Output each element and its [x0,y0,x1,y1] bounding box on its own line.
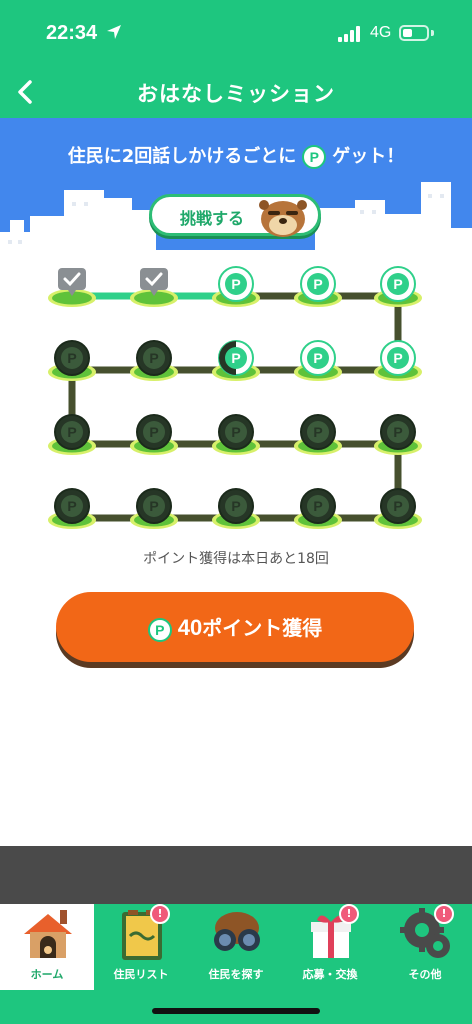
challenge-label: 挑戦する [180,209,245,228]
svg-text:P: P [393,276,402,292]
mission-map: P P P P P P P P P P P P P P P P P P [48,266,422,529]
point-coin-icon: P [147,617,172,642]
challenge-button[interactable]: 挑戦する [149,194,321,237]
mission-node-half: P [212,340,260,381]
tab-home[interactable]: ホーム [0,904,94,990]
tab-apply-exchange-label: 応募・交換 [302,968,358,981]
binoculars-icon [214,912,260,951]
svg-text:P: P [149,424,158,440]
mission-node-available: P [212,266,260,307]
mission-node-done [130,268,178,307]
status-time: 22:34 [46,22,98,44]
mission-node-locked: P [130,340,178,381]
get-points-button[interactable]: P 40ポイント獲得 [56,592,414,662]
mission-node-locked: P [130,414,178,455]
status-bar: 22:34 4G [0,0,472,66]
tab-other[interactable]: ! その他 [378,904,472,990]
mission-node-locked: P [374,488,422,529]
point-coin-icon: P [302,145,327,169]
svg-text:P: P [393,498,402,514]
mission-node-available: P [374,340,422,381]
svg-text:P: P [231,350,240,366]
mission-node-locked: P [48,340,96,381]
tab-find-resident[interactable]: 住民を探す [189,904,283,990]
svg-text:P: P [313,276,322,292]
page-title: おはなしミッション [137,82,335,106]
mission-node-locked: P [212,414,260,455]
otter-icon [259,200,307,237]
notification-badge: ! [434,904,454,924]
mission-node-locked: P [374,414,422,455]
svg-text:P: P [67,424,76,440]
tab-find-resident-label: 住民を探す [208,968,264,981]
ad-area [0,846,472,904]
svg-text:P: P [393,424,402,440]
svg-text:P: P [313,350,322,366]
tab-apply-exchange[interactable]: ! 応募・交換 [283,904,377,990]
points-remaining-text: ポイント獲得は本日あと18回 [143,551,329,567]
location-arrow-icon [107,25,121,39]
network-label: 4G [370,24,392,41]
mission-node-locked: P [294,488,342,529]
svg-text:P: P [149,350,158,366]
mission-node-locked: P [48,414,96,455]
get-points-number: 40 [177,615,203,640]
banner-suffix: ゲット！ [332,146,405,167]
tab-other-label: その他 [408,968,442,981]
svg-text:P: P [393,350,402,366]
svg-text:P: P [231,276,240,292]
svg-text:P: P [67,350,76,366]
signal-icon [338,26,364,42]
svg-text:P: P [149,498,158,514]
mission-node-done [48,268,96,307]
svg-text:P: P [231,498,240,514]
mission-banner: 住民に2回話しかけるごとに P ゲット！ [0,142,472,169]
mission-node-locked: P [48,488,96,529]
home-indicator [152,1008,320,1014]
battery-icon [399,25,429,41]
svg-text:P: P [67,498,76,514]
tab-resident-list-label: 住民リスト [113,968,169,981]
svg-text:P: P [231,424,240,440]
house-icon [24,910,72,958]
nav-bar: おはなしミッション [0,66,472,118]
mission-node-available: P [374,266,422,307]
tab-resident-list[interactable]: ! 住民リスト [94,904,188,990]
mission-node-locked: P [294,414,342,455]
svg-text:P: P [313,498,322,514]
svg-text:P: P [313,424,322,440]
mission-node-available: P [294,340,342,381]
notification-badge: ! [150,904,170,924]
tab-home-label: ホーム [30,968,64,981]
get-points-label: ポイント獲得 [202,616,323,640]
mission-node-locked: P [212,488,260,529]
tab-bar: ホーム ! 住民リスト 住民を探す ! 応募・交換 ! その他 [0,904,472,990]
mission-node-locked: P [130,488,178,529]
banner-prefix: 住民に2回話しかけるごとに [67,146,297,167]
mission-node-available: P [294,266,342,307]
notification-badge: ! [339,904,359,924]
